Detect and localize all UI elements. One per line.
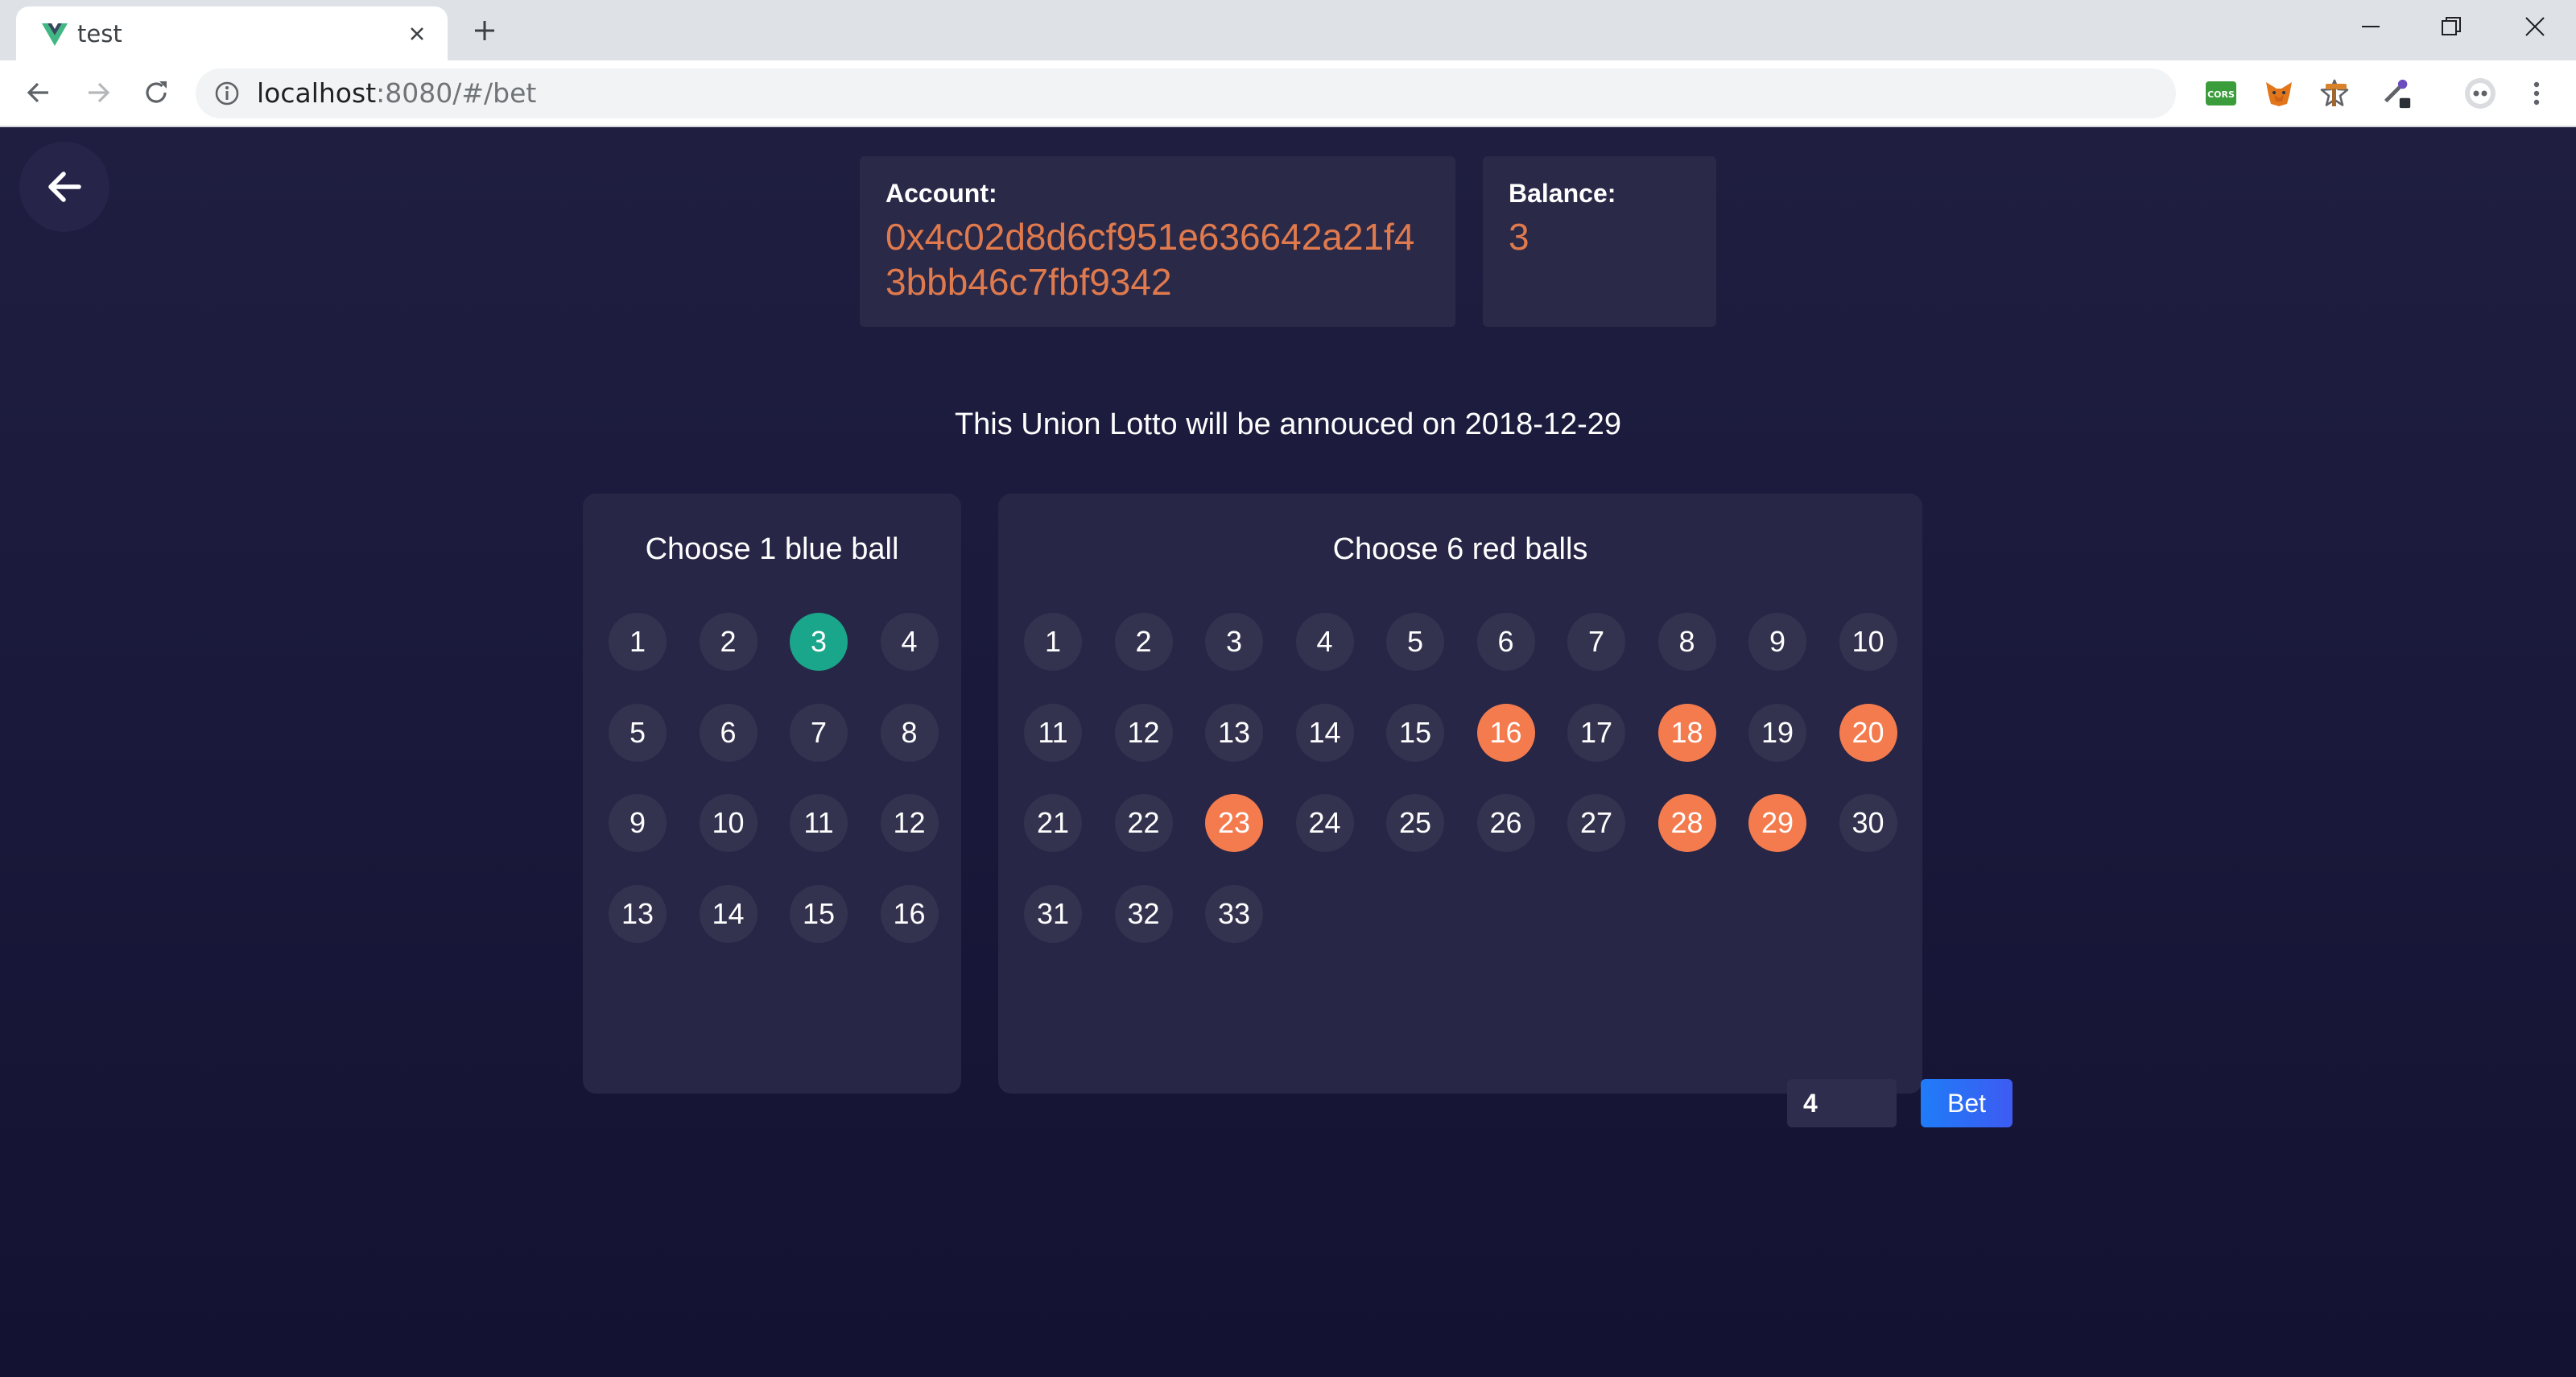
close-tab-icon[interactable] <box>401 18 433 50</box>
back-button[interactable] <box>19 142 109 232</box>
red-ball-10[interactable]: 10 <box>1839 613 1897 671</box>
menu-kebab-icon[interactable] <box>2520 76 2553 110</box>
red-ball-9[interactable]: 9 <box>1748 613 1806 671</box>
address-bar[interactable]: localhost:8080/#/bet <box>196 68 2349 118</box>
red-ball-5[interactable]: 5 <box>1386 613 1444 671</box>
reload-icon[interactable] <box>135 72 177 114</box>
metamask-fox-icon[interactable] <box>2262 76 2296 110</box>
red-ball-30[interactable]: 30 <box>1839 794 1897 852</box>
lotto-bet-page: Account: 0x4c02d8d6cf951e636642a21f43bbb… <box>0 127 2576 1377</box>
red-ball-29[interactable]: 29 <box>1748 794 1806 852</box>
url-host: localhost <box>257 77 377 109</box>
red-ball-23[interactable]: 23 <box>1205 794 1263 852</box>
restore-icon[interactable] <box>2415 6 2487 47</box>
red-ball-17[interactable]: 17 <box>1567 703 1625 762</box>
vue-logo-icon <box>42 23 68 46</box>
blue-ball-8[interactable]: 8 <box>880 703 939 762</box>
red-ball-8[interactable]: 8 <box>1657 613 1716 671</box>
red-ball-21[interactable]: 21 <box>1024 794 1082 852</box>
browser-tab[interactable]: test <box>16 6 448 60</box>
back-arrow-icon[interactable] <box>18 72 60 114</box>
red-panel-title: Choose 6 red balls <box>1332 532 1588 566</box>
cors-extension-icon[interactable]: CORS <box>2204 76 2238 110</box>
arrow-left-icon <box>48 172 81 202</box>
red-ball-11[interactable]: 11 <box>1024 703 1082 762</box>
red-ball-33[interactable]: 33 <box>1205 884 1263 943</box>
bet-amount-input[interactable] <box>1787 1079 1897 1127</box>
profile-avatar-icon[interactable] <box>2463 76 2497 110</box>
red-ball-16[interactable]: 16 <box>1476 703 1535 762</box>
red-ball-22[interactable]: 22 <box>1114 794 1173 852</box>
red-ball-14[interactable]: 14 <box>1295 703 1354 762</box>
blue-ball-panel: Choose 1 blue ball 1 2 3 4 5 6 7 8 9 10 11 12 13 14 15… <box>583 494 961 1094</box>
red-ball-13[interactable]: 13 <box>1205 703 1263 762</box>
blue-ball-1[interactable]: 1 <box>609 613 667 671</box>
red-ball-15[interactable]: 15 <box>1386 703 1444 762</box>
balance-value: 3 <box>1509 216 1530 258</box>
blue-ball-5[interactable]: 5 <box>609 703 667 762</box>
pickaxe-extension-icon[interactable] <box>2320 76 2354 110</box>
bet-button[interactable]: Bet <box>1921 1079 2013 1127</box>
info-icon[interactable] <box>213 80 241 107</box>
red-ball-25[interactable]: 25 <box>1386 794 1444 852</box>
red-ball-24[interactable]: 24 <box>1295 794 1354 852</box>
blue-ball-16[interactable]: 16 <box>880 884 939 943</box>
url-text: localhost:8080/#/bet <box>257 68 536 118</box>
red-ball-18[interactable]: 18 <box>1657 703 1716 762</box>
url-path: :8080/#/bet <box>376 77 537 109</box>
red-ball-20[interactable]: 20 <box>1839 703 1897 762</box>
blue-panel-title: Choose 1 blue ball <box>645 532 899 566</box>
blue-ball-3[interactable]: 3 <box>790 613 848 671</box>
blue-ball-13[interactable]: 13 <box>609 884 667 943</box>
red-ball-2[interactable]: 2 <box>1114 613 1173 671</box>
red-ball-3[interactable]: 3 <box>1205 613 1263 671</box>
blue-ball-9[interactable]: 9 <box>609 794 667 852</box>
announcement-text: This Union Lotto will be annouced on 201… <box>954 407 1622 441</box>
tab-title: test <box>77 20 122 48</box>
blue-ball-7[interactable]: 7 <box>790 703 848 762</box>
red-ball-6[interactable]: 6 <box>1476 613 1535 671</box>
red-ball-4[interactable]: 4 <box>1295 613 1354 671</box>
minimize-icon[interactable] <box>2334 6 2407 47</box>
blue-ball-6[interactable]: 6 <box>699 703 758 762</box>
blue-ball-12[interactable]: 12 <box>880 794 939 852</box>
blue-ball-15[interactable]: 15 <box>790 884 848 943</box>
blue-ball-11[interactable]: 11 <box>790 794 848 852</box>
red-ball-1[interactable]: 1 <box>1024 613 1082 671</box>
svg-text:CORS: CORS <box>2207 89 2235 100</box>
browser-tabstrip: test <box>0 0 2576 60</box>
red-ball-31[interactable]: 31 <box>1024 884 1082 943</box>
eyedropper-extension-icon[interactable] <box>2380 76 2413 110</box>
account-card: Account: 0x4c02d8d6cf951e636642a21f43bbb… <box>860 156 1455 327</box>
balance-label: Balance: <box>1509 179 1616 208</box>
blue-ball-10[interactable]: 10 <box>699 794 758 852</box>
blue-ball-4[interactable]: 4 <box>880 613 939 671</box>
red-ball-28[interactable]: 28 <box>1657 794 1716 852</box>
account-address: 0x4c02d8d6cf951e636642a21f43bbb46c7fbf93… <box>886 216 1415 303</box>
red-ball-26[interactable]: 26 <box>1476 794 1535 852</box>
red-ball-19[interactable]: 19 <box>1748 703 1806 762</box>
blue-ball-2[interactable]: 2 <box>699 613 758 671</box>
forward-arrow-icon[interactable] <box>77 72 119 114</box>
red-ball-12[interactable]: 12 <box>1114 703 1173 762</box>
blue-ball-14[interactable]: 14 <box>699 884 758 943</box>
red-ball-27[interactable]: 27 <box>1567 794 1625 852</box>
browser-toolbar: localhost:8080/#/bet CORS <box>0 60 2576 127</box>
red-ball-panel: Choose 6 red balls 1 2 3 4 5 6 7 8 9 10 11 12 13 14 15… <box>998 494 1922 1094</box>
red-ball-7[interactable]: 7 <box>1567 613 1625 671</box>
new-tab-icon[interactable] <box>467 13 502 48</box>
red-ball-32[interactable]: 32 <box>1114 884 1173 943</box>
balance-card: Balance: 3 <box>1483 156 1716 327</box>
account-label: Account: <box>886 179 997 208</box>
close-window-icon[interactable] <box>2499 6 2571 47</box>
